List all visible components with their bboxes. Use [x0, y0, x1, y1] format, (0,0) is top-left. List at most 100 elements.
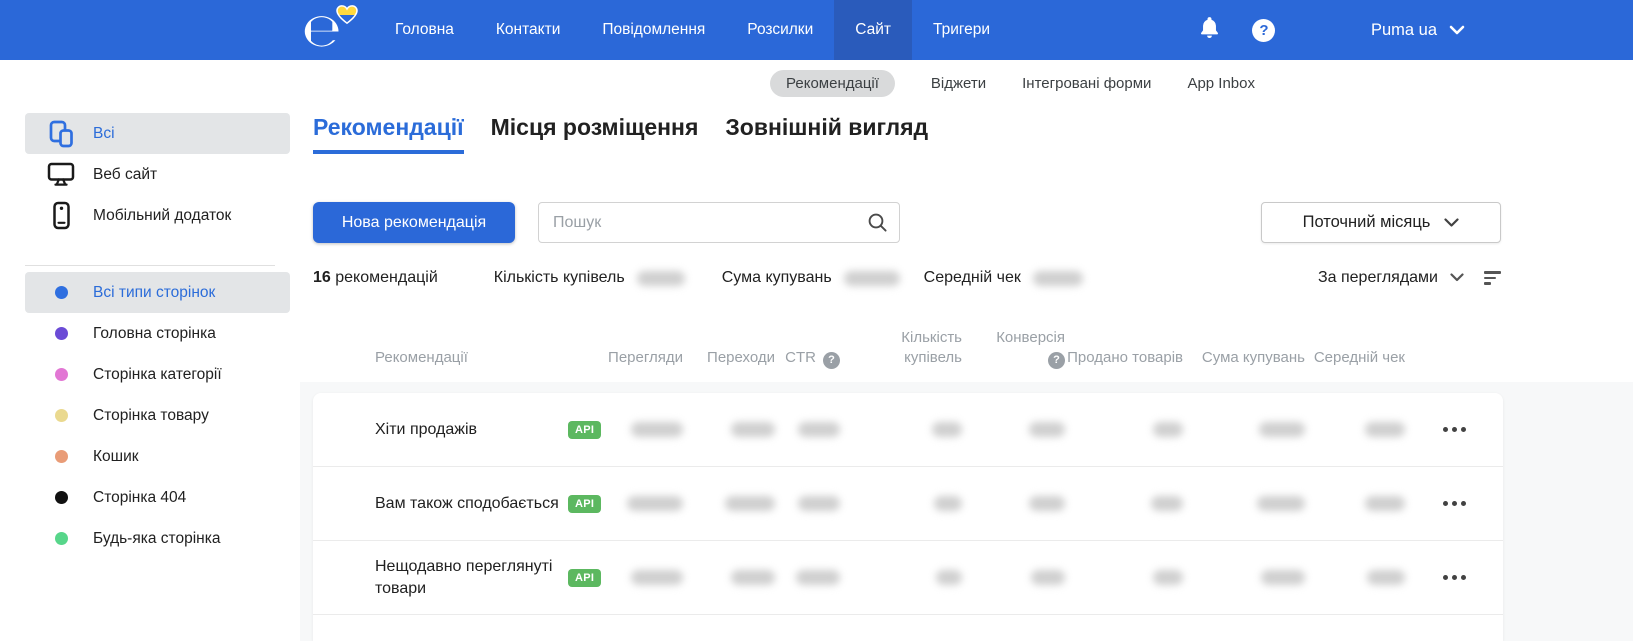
col-header-clicks: Переходи: [707, 349, 775, 367]
period-select-value: Поточний місяць: [1302, 213, 1431, 231]
sidebar-item-category-page[interactable]: Сторінка категорії: [25, 354, 290, 395]
col-header-actions: [1405, 369, 1503, 377]
nav-item-home[interactable]: Головна: [374, 0, 475, 60]
col-header-conversion: Конверсія ?: [962, 328, 1065, 376]
table-header-row: Рекомендації Перегляди Переходи CTR ? Кі…: [313, 328, 1503, 376]
col-header-items-sold: Продано товарів: [1067, 349, 1183, 367]
sidebar-item-product-page[interactable]: Сторінка товару: [25, 395, 290, 436]
navbar-right: ? Puma ua: [1193, 13, 1633, 47]
col-header-recommendations: Рекомендації: [375, 349, 468, 367]
nav-item-site[interactable]: Сайт: [834, 0, 912, 60]
redacted-value: [1029, 496, 1065, 511]
table-row[interactable]: Нещодавно переглянуті товари API: [313, 541, 1503, 615]
api-badge: API: [568, 420, 602, 439]
table-row-partial: [313, 615, 1503, 641]
tab-placements[interactable]: Місця розміщення: [491, 114, 699, 154]
redacted-value: [1153, 422, 1183, 437]
sidebar-item-main-page[interactable]: Головна сторінка: [25, 313, 290, 354]
redacted-value: [932, 422, 962, 437]
account-menu[interactable]: Puma ua: [1371, 21, 1465, 40]
phone-icon: [46, 201, 76, 230]
main-menu: Головна Контакти Повідомлення Розсилки С…: [374, 0, 1011, 60]
nav-item-contacts[interactable]: Контакти: [475, 0, 581, 60]
chevron-down-icon: [1449, 21, 1465, 40]
page-type-dot: [54, 532, 68, 545]
redacted-value: [934, 496, 962, 511]
redacted-value: [1029, 422, 1065, 437]
redacted-value: [631, 422, 683, 437]
help-button[interactable]: ?: [1247, 13, 1281, 47]
redacted-value: [798, 496, 840, 511]
row-menu-button[interactable]: [1435, 419, 1474, 440]
redacted-value: [1032, 270, 1083, 286]
tab-appearance[interactable]: Зовнішній вигляд: [725, 114, 928, 154]
table-row[interactable]: Хіти продажів API: [313, 393, 1503, 467]
api-badge: API: [568, 494, 602, 513]
table-row[interactable]: Вам також сподобається API: [313, 467, 1503, 541]
nav-item-campaigns[interactable]: Розсилки: [726, 0, 834, 60]
row-menu-button[interactable]: [1435, 493, 1474, 514]
col-header-purchase-sum: Сума купувань: [1201, 349, 1305, 367]
new-recommendation-button[interactable]: Нова рекомендація: [313, 202, 515, 243]
account-name: Puma ua: [1370, 20, 1437, 39]
devices-icon: [46, 120, 76, 148]
recommendation-name[interactable]: Нещодавно переглянуті товари: [313, 556, 563, 599]
subnav-widgets[interactable]: Віджети: [931, 75, 986, 92]
sidebar-item-label: Сторінка категорії: [93, 365, 222, 383]
sidebar-item-label: Кошик: [93, 447, 139, 465]
sidebar-item-404-page[interactable]: Сторінка 404: [25, 477, 290, 518]
monitor-icon: [46, 162, 76, 187]
page-type-dot: [54, 409, 68, 422]
sidebar-item-label: Сторінка товару: [93, 406, 209, 424]
sidebar-item-any-page[interactable]: Будь-яка сторінка: [25, 518, 290, 559]
site-subnav: Рекомендації Віджети Інтегровані форми A…: [0, 60, 1633, 106]
ctr-help-icon[interactable]: ?: [823, 351, 840, 369]
search-box: [538, 202, 900, 243]
stat-purchase-sum: Сума купувань: [722, 269, 900, 287]
period-select[interactable]: Поточний місяць: [1261, 202, 1501, 243]
redacted-value: [1153, 570, 1183, 585]
nav-item-messages[interactable]: Повідомлення: [581, 0, 726, 60]
sidebar-item-label: Мобільний додаток: [93, 206, 232, 224]
tab-recommendations[interactable]: Рекомендації: [313, 114, 464, 154]
sort-order-icon[interactable]: [1484, 271, 1501, 285]
redacted-value: [1257, 496, 1305, 511]
sidebar-item-website[interactable]: Веб сайт: [25, 154, 290, 195]
summary-bar: 16 рекомендацій Кількість купівель Сума …: [313, 266, 1501, 290]
col-header-ctr: CTR ?: [775, 348, 840, 376]
subnav-app-inbox[interactable]: App Inbox: [1187, 75, 1255, 92]
sidebar-item-all-page-types[interactable]: Всі типи сторінок: [25, 272, 290, 313]
notifications-button[interactable]: [1193, 13, 1227, 47]
page-type-dot: [54, 286, 68, 299]
redacted-value: [731, 422, 775, 437]
stat-purchases: Кількість купівель: [494, 269, 685, 287]
sidebar-item-label: Веб сайт: [93, 165, 158, 183]
page-type-dot: [54, 450, 68, 463]
sidebar-item-mobile-app[interactable]: Мобільний додаток: [25, 195, 290, 236]
sidebar-divider: [25, 265, 275, 266]
api-badge: API: [568, 568, 602, 587]
col-header-average-check: Середній чек: [1313, 349, 1405, 367]
sort-select[interactable]: За переглядами: [1318, 269, 1501, 287]
page-type-dot: [54, 368, 68, 381]
sidebar-item-all-channels[interactable]: Всі: [25, 113, 290, 154]
sidebar-item-cart-page[interactable]: Кошик: [25, 436, 290, 477]
sort-select-value: За переглядами: [1317, 269, 1438, 286]
conversion-help-icon[interactable]: ?: [1048, 351, 1065, 369]
sidebar: Всі Веб сайт Мобільний додаток Всі типи …: [0, 106, 300, 641]
row-menu-button[interactable]: [1435, 567, 1474, 588]
redacted-value: [798, 422, 840, 437]
col-header-views: Перегляди: [608, 349, 683, 367]
redacted-value: [1367, 570, 1405, 585]
subnav-embedded-forms[interactable]: Інтегровані форми: [1022, 75, 1151, 92]
brand-logo[interactable]: ℮: [298, 0, 360, 60]
redacted-value: [731, 570, 775, 585]
recommendation-name[interactable]: Хіти продажів: [313, 419, 563, 441]
recommendation-name[interactable]: Вам також сподобається: [313, 493, 563, 515]
redacted-value: [796, 570, 840, 585]
search-icon[interactable]: [867, 212, 888, 238]
search-input[interactable]: [538, 202, 900, 243]
redacted-value: [631, 570, 683, 585]
subnav-recommendations[interactable]: Рекомендації: [770, 69, 895, 97]
nav-item-triggers[interactable]: Тригери: [912, 0, 1011, 60]
